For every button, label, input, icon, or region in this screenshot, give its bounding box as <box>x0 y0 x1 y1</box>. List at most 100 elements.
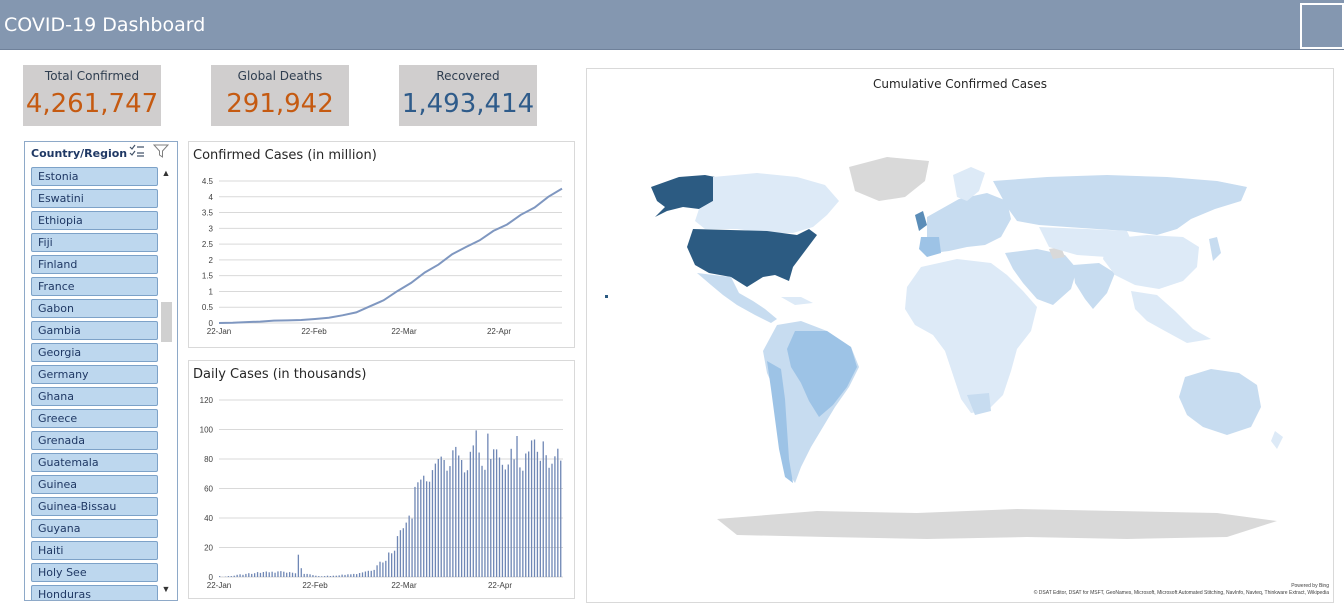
world-map[interactable] <box>587 69 1335 604</box>
daily-case-bar <box>283 571 285 577</box>
daily-case-bar <box>414 486 416 577</box>
y-tick-label: 100 <box>200 426 214 435</box>
daily-case-bar <box>501 464 504 577</box>
daily-case-bar <box>504 469 506 577</box>
slicer-item[interactable]: Gabon <box>31 299 158 318</box>
slicer-header: Country/Region <box>31 147 128 160</box>
kpi-recovered: Recovered 1,493,414 <box>399 65 537 126</box>
scroll-up-icon[interactable]: ▲ <box>158 166 174 180</box>
slicer-item[interactable]: France <box>31 277 158 296</box>
daily-case-bar <box>402 528 404 577</box>
multi-select-icon[interactable] <box>129 144 145 161</box>
x-tick-label: 22-Jan <box>207 581 231 590</box>
kpi-value: 4,261,747 <box>25 89 159 119</box>
daily-case-bar <box>294 573 297 577</box>
daily-case-bar <box>329 576 332 577</box>
country-region-slicer: Country/Region Estonia Eswatini Ethiopia Fi… <box>24 141 178 601</box>
slicer-item[interactable]: Holy See <box>31 563 158 582</box>
axis-group: 00.511.522.533.544.522-Jan 22-Feb 22-Mar 22… <box>202 177 562 336</box>
slicer-item[interactable]: Honduras <box>31 585 158 600</box>
daily-case-bar <box>458 455 460 577</box>
corner-shape <box>1300 3 1344 49</box>
daily-case-bar <box>481 465 483 577</box>
daily-case-bar <box>405 522 407 577</box>
map-region-spain <box>919 237 941 257</box>
daily-case-bar <box>528 451 530 577</box>
daily-cases-plot: 02040608010012022-Jan 22-Feb 22-Mar 22-Apr <box>200 396 563 590</box>
daily-case-bar <box>227 576 230 577</box>
daily-case-bar <box>551 463 553 577</box>
slicer-item[interactable]: Gambia <box>31 321 158 340</box>
x-tick-label: 22-Feb <box>301 327 327 336</box>
y-tick-label: 3 <box>209 224 214 233</box>
daily-case-bar <box>315 575 317 577</box>
slicer-item[interactable]: Georgia <box>31 343 158 362</box>
map-region-caribbean <box>781 297 813 305</box>
slicer-item[interactable]: Ethiopia <box>31 211 158 230</box>
slicer-item[interactable]: Grenada <box>31 431 158 450</box>
kpi-value: 1,493,414 <box>401 89 535 119</box>
map-panel: Cumulative Confirmed Cases Powered by Bi… <box>586 68 1334 603</box>
scroll-thumb[interactable] <box>161 302 172 342</box>
daily-case-bar <box>233 575 235 577</box>
daily-case-bar <box>487 433 489 577</box>
daily-case-bar <box>542 441 544 577</box>
y-tick-label: 4 <box>209 193 214 202</box>
daily-case-bar <box>286 572 288 577</box>
daily-case-bar <box>335 575 337 577</box>
daily-case-bar <box>475 430 477 577</box>
daily-case-bar <box>545 455 547 577</box>
x-tick-label: 22-Feb <box>302 581 328 590</box>
daily-case-bar <box>536 451 539 577</box>
map-region-uk <box>915 211 927 231</box>
daily-case-bar <box>341 574 343 577</box>
slicer-item[interactable]: Eswatini <box>31 189 158 208</box>
slicer-item[interactable]: Guinea-Bissau <box>31 497 158 516</box>
daily-case-bar <box>396 536 399 577</box>
y-tick-label: 3.5 <box>202 209 214 218</box>
slicer-scrollbar[interactable]: ▲ ▼ <box>158 164 174 596</box>
map-credit-powered: Powered by Bing <box>1291 583 1329 589</box>
slicer-item[interactable]: Guatemala <box>31 453 158 472</box>
daily-case-bar <box>230 576 232 577</box>
daily-case-bar <box>318 576 320 577</box>
slicer-item[interactable]: Finland <box>31 255 158 274</box>
daily-case-bar <box>350 574 352 577</box>
map-region-antarctica <box>717 509 1277 539</box>
daily-case-bar <box>490 459 492 577</box>
slicer-item[interactable]: Estonia <box>31 167 158 186</box>
daily-case-bar <box>312 575 314 577</box>
slicer-item[interactable]: Germany <box>31 365 158 384</box>
daily-case-bar <box>530 440 533 577</box>
slicer-item[interactable]: Haiti <box>31 541 158 560</box>
daily-case-bar <box>388 552 390 577</box>
daily-case-bar <box>472 445 474 577</box>
daily-case-bar <box>280 571 282 577</box>
daily-case-bar <box>373 569 375 577</box>
daily-case-bar <box>393 550 396 577</box>
map-region-greenland <box>849 157 929 201</box>
map-credit-sources: © DSAT Editor, DSAT for MSFT, GeoNames, … <box>1033 590 1329 596</box>
clear-filter-icon[interactable] <box>152 144 170 161</box>
slicer-item[interactable]: Guyana <box>31 519 158 538</box>
daily-case-bar <box>460 460 463 577</box>
daily-case-bar <box>332 575 334 577</box>
kpi-label: Total Confirmed <box>44 69 140 83</box>
daily-case-bar <box>548 467 550 577</box>
scroll-down-icon[interactable]: ▼ <box>158 582 174 596</box>
daily-case-bar <box>428 481 431 577</box>
daily-case-bar <box>356 574 358 578</box>
daily-case-bar <box>271 571 273 577</box>
daily-case-bar <box>443 460 445 577</box>
slicer-item[interactable]: Guinea <box>31 475 158 494</box>
slicer-item[interactable]: Ghana <box>31 387 158 406</box>
map-region-hawaii <box>605 295 608 298</box>
slicer-item[interactable]: Fiji <box>31 233 158 252</box>
y-tick-label: 120 <box>200 396 214 405</box>
daily-case-bar <box>265 571 267 577</box>
kpi-global-deaths: Global Deaths 291,942 <box>211 65 349 126</box>
daily-case-bar <box>323 576 326 577</box>
daily-case-bar <box>434 463 437 577</box>
y-tick-label: 2 <box>209 256 214 265</box>
slicer-item[interactable]: Greece <box>31 409 158 428</box>
